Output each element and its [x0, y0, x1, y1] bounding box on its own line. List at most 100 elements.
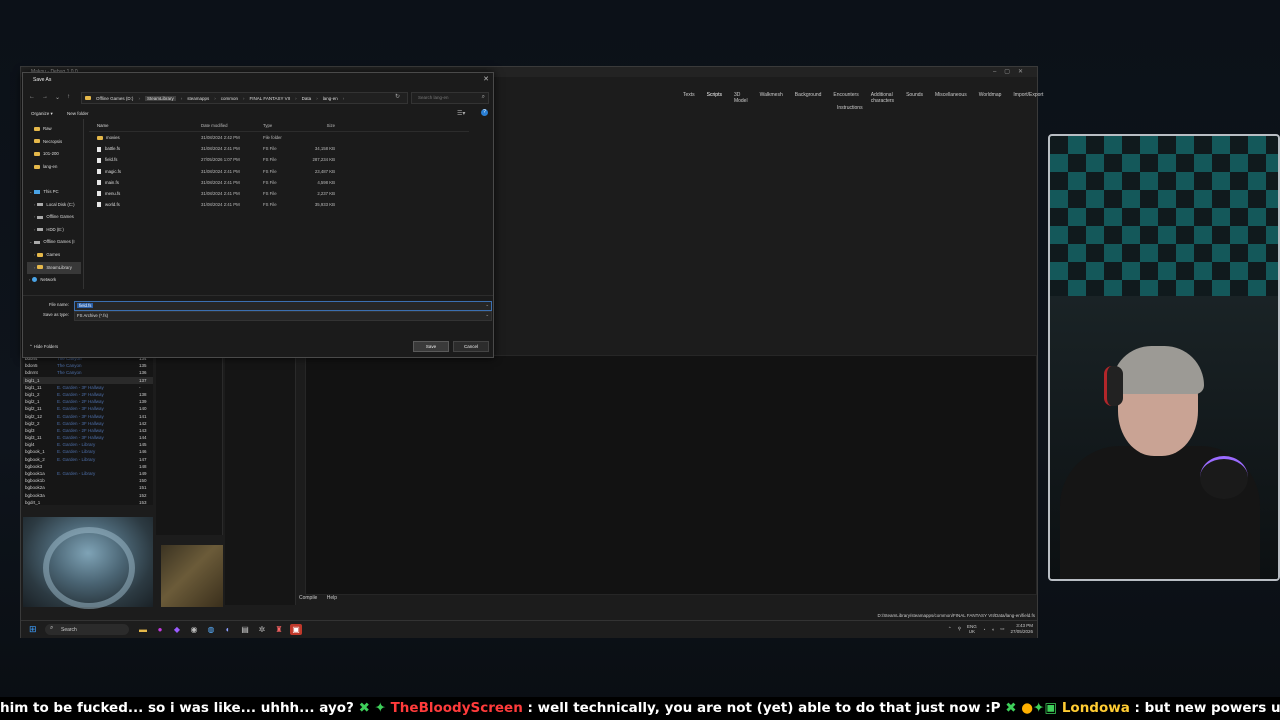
makou-icon[interactable]: ▣	[290, 624, 302, 635]
settings-icon[interactable]: ✲	[256, 624, 268, 635]
view-options-icon[interactable]: ☰▾	[457, 110, 465, 117]
chevron-right-icon[interactable]: ⌄	[29, 189, 32, 194]
breadcrumb-segment[interactable]: Offline Games (D:)	[96, 96, 133, 101]
file-explorer-icon[interactable]: ▬	[137, 624, 149, 635]
network-icon[interactable]: ◔	[983, 627, 986, 632]
compile-button[interactable]: Compile	[299, 595, 317, 601]
twitch-icon[interactable]: ◆	[171, 624, 183, 635]
file-row[interactable]: battle.fs 31/08/2024 2:41 PM FS File 34,158…	[89, 143, 469, 154]
field-list-row[interactable]: bigl4 E. Garden - Library 145	[23, 441, 153, 448]
breadcrumb-segment[interactable]: Data	[302, 96, 312, 101]
hide-folders-toggle[interactable]: ⌃ Hide Folders	[29, 344, 58, 350]
file-name-input[interactable]: field.fs ⌄	[74, 301, 492, 311]
script-list-panel[interactable]	[225, 355, 296, 605]
nav-item[interactable]: Necropsis	[27, 136, 81, 149]
breadcrumb[interactable]: Offline Games (D:) › SteamLibrary › steamapp…	[81, 92, 408, 104]
nav-item[interactable]: Raw	[27, 123, 81, 136]
tab-background[interactable]: Background	[789, 91, 828, 101]
field-list-row[interactable]: bgbook_1 E. Garden - Library 146	[23, 448, 153, 455]
tab-texts[interactable]: Texts	[677, 91, 701, 101]
chevron-down-icon[interactable]: ⌄	[485, 312, 489, 318]
file-row[interactable]: field.fs 27/05/2026 1:07 PM FS File 287,234…	[89, 154, 469, 165]
save-type-select[interactable]: FS Archive (*.fs) ⌄	[74, 311, 492, 321]
nav-item[interactable]: › Games	[27, 249, 81, 262]
field-list[interactable]: bdon4 The Canyon 134 bdon5 The Canyon 135 bdnr…	[23, 355, 153, 505]
field-list-row[interactable]: bigl1_11 E. Garden - 3F Hallway -	[23, 384, 153, 391]
field-list-row[interactable]: bigl2_11 E. Garden - 3F Hallway 140	[23, 405, 153, 412]
field-list-row[interactable]: bigl3 E. Garden - 2F Hallway 143	[23, 427, 153, 434]
column-name[interactable]: Name	[89, 121, 201, 131]
breadcrumb-segment[interactable]: steamapps	[187, 96, 209, 101]
field-list-row[interactable]: bigl3_11 E. Garden - 3F Hallway 144	[23, 434, 153, 441]
file-row[interactable]: movies 31/08/2024 2:42 PM File folder	[89, 132, 469, 143]
tray-chevron-icon[interactable]: ⌃	[948, 626, 952, 632]
breadcrumb-segment[interactable]: common	[221, 96, 238, 101]
save-button[interactable]: Save	[413, 341, 449, 352]
nav-item[interactable]: › SteamLibrary	[27, 261, 81, 275]
location-icon[interactable]: ⚲	[958, 626, 961, 632]
column-date[interactable]: Date modified	[201, 121, 263, 131]
chevron-right-icon[interactable]: ›	[29, 277, 30, 282]
pane-divider[interactable]	[83, 119, 84, 289]
dialog-search-input[interactable]: Search lang-en ⌕	[411, 92, 489, 104]
tab-sounds[interactable]: Sounds	[900, 91, 929, 101]
cancel-button[interactable]: Cancel	[453, 341, 489, 352]
chevron-right-icon[interactable]: ›	[34, 214, 35, 219]
help-button[interactable]: Help	[327, 595, 337, 601]
new-folder-button[interactable]: New folder	[67, 111, 89, 116]
field-list-row[interactable]: bdnrnt The Canyon 136	[23, 369, 153, 376]
field-list-row[interactable]: bigl1_2 E. Garden - 2F Hallway 138	[23, 391, 153, 398]
chevron-right-icon[interactable]: ⌄	[29, 239, 32, 244]
field-list-row[interactable]: bgbook1a E. Garden - Library 149	[23, 470, 153, 477]
file-row[interactable]: menu.fs 31/08/2024 2:41 PM FS File 2,237 KB	[89, 188, 469, 199]
file-row[interactable]: world.fs 31/08/2024 2:41 PM FS File 35,933 …	[89, 199, 469, 210]
recent-dropdown-icon[interactable]: ⌄	[55, 94, 60, 101]
close-icon[interactable]: ✕	[483, 75, 489, 83]
forward-icon[interactable]: →	[42, 94, 48, 101]
clock[interactable]: 3:43 PM 27/05/2026	[1010, 623, 1033, 635]
back-icon[interactable]: ←	[29, 94, 35, 101]
breadcrumb-segment[interactable]: SteamLibrary	[144, 95, 176, 101]
field-list-row[interactable]: bgbook3a 152	[23, 492, 153, 499]
column-size[interactable]: Size	[301, 121, 335, 131]
battery-icon[interactable]: ▭	[1000, 626, 1004, 632]
tab-scripts[interactable]: Scripts	[701, 91, 728, 101]
nav-item[interactable]: lang-en	[27, 161, 81, 174]
field-list-row[interactable]: bgbook1b 150	[23, 477, 153, 484]
script-editor[interactable]	[305, 355, 1037, 595]
chevron-down-icon[interactable]: ⌄	[485, 302, 489, 308]
steam-icon[interactable]: ◍	[205, 624, 217, 635]
field-list-row[interactable]: bgbook_2 E. Garden - Library 147	[23, 456, 153, 463]
field-list-row[interactable]: bdon5 The Canyon 135	[23, 362, 153, 369]
taskbar-search[interactable]: ⌕ Search	[45, 624, 129, 635]
app-icon-purple[interactable]: ●	[154, 624, 166, 635]
discord-icon[interactable]: ◐	[222, 624, 234, 635]
chevron-right-icon[interactable]: ›	[34, 227, 35, 232]
refresh-icon[interactable]: ↻	[395, 93, 400, 100]
breadcrumb-segment[interactable]: FINAL FANTASY VII	[249, 96, 290, 101]
field-list-row[interactable]: bgbook2a 151	[23, 484, 153, 491]
windows-start-icon[interactable]: ⊞	[29, 625, 38, 634]
file-row[interactable]: main.fs 31/08/2024 2:41 PM FS File 4,598 KB	[89, 177, 469, 188]
tab-worldmap[interactable]: Worldmap	[973, 91, 1008, 101]
tab-additional-characters[interactable]: Additional characters	[865, 91, 900, 104]
help-icon[interactable]: ?	[481, 109, 488, 116]
breadcrumb-segment[interactable]: lang-en	[323, 96, 338, 101]
chevron-right-icon[interactable]: ›	[34, 265, 35, 270]
tab-3d-model[interactable]: 3D Model	[728, 91, 754, 104]
window-controls[interactable]: –▢✕	[993, 68, 1031, 75]
group-list-panel[interactable]	[156, 355, 223, 535]
up-icon[interactable]: ↑	[67, 94, 70, 101]
nav-item[interactable]: 101-200	[27, 148, 81, 161]
media-icon[interactable]: ♜	[273, 624, 285, 635]
field-list-row[interactable]: bgbook3 148	[23, 463, 153, 470]
tab-import-export[interactable]: Import/Export	[1007, 91, 1049, 101]
document-icon[interactable]: ▤	[239, 624, 251, 635]
nav-item[interactable]: ⌄ Offline Games (I	[27, 236, 81, 249]
field-list-row[interactable]: bigl2_12 E. Garden - 3F Hallway 141	[23, 413, 153, 420]
language-indicator[interactable]: ENG UK	[967, 624, 977, 634]
nav-item[interactable]: › Network	[27, 274, 81, 287]
tab-walkmesh[interactable]: Walkmesh	[754, 91, 789, 101]
field-list-row[interactable]: bigl2_2 E. Garden - 3F Hallway 142	[23, 420, 153, 427]
nav-item[interactable]: ⌄ This PC	[27, 186, 81, 199]
